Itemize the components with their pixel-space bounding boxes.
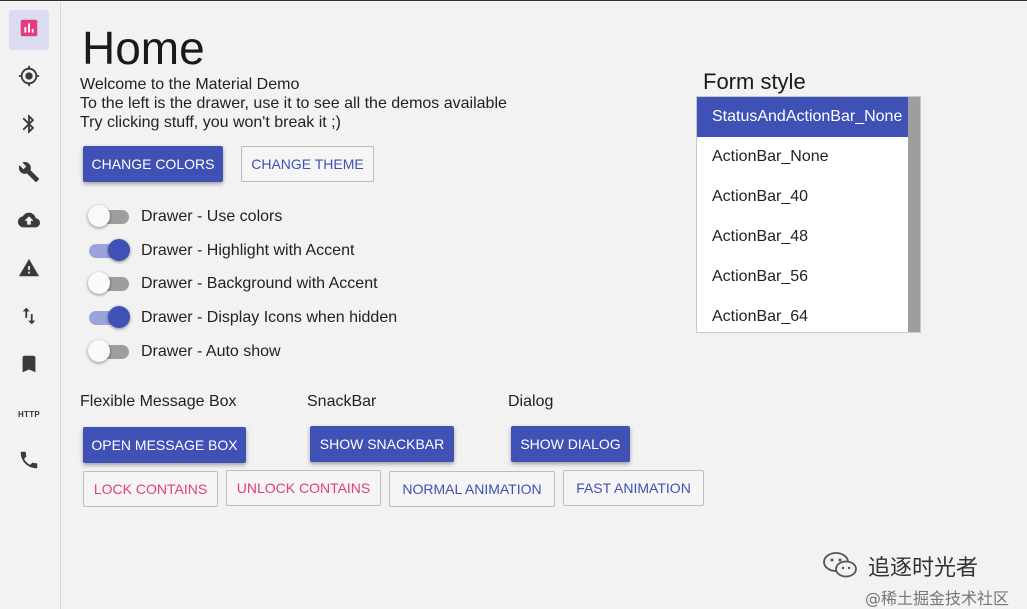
http-icon: HTTP: [17, 409, 41, 419]
toggle-background-accent[interactable]: Drawer - Background with Accent: [88, 271, 378, 297]
toggle-thumb: [88, 340, 110, 362]
intro-text: Welcome to the Material Demo To the left…: [80, 75, 507, 132]
drawer: HTTP: [0, 2, 61, 609]
list-scrollbar[interactable]: [908, 97, 920, 332]
intro-line: Welcome to the Material Demo: [80, 76, 300, 93]
snackbar-label: SnackBar: [307, 393, 377, 410]
show-snackbar-button[interactable]: SHOW SNACKBAR: [310, 426, 454, 462]
drawer-item-http[interactable]: HTTP: [9, 394, 49, 434]
lock-contains-button[interactable]: LOCK CONTAINS: [83, 471, 218, 507]
watermark-name: 追逐时光者: [868, 556, 979, 581]
list-item[interactable]: StatusAndActionBar_None: [697, 97, 908, 137]
form-style-list[interactable]: StatusAndActionBar_None ActionBar_None A…: [696, 96, 921, 333]
toggle-thumb: [88, 205, 110, 227]
toggle-switch[interactable]: [89, 306, 130, 328]
toggle-switch[interactable]: [89, 239, 130, 261]
toggle-switch[interactable]: [88, 272, 129, 294]
open-message-box-button[interactable]: OPEN MESSAGE BOX: [83, 427, 246, 463]
watermark-site: @稀土掘金技术社区: [865, 589, 1010, 608]
wechat-logo-icon: [822, 550, 858, 580]
list-item[interactable]: ActionBar_48: [697, 217, 908, 257]
drawer-item-phone[interactable]: [9, 442, 49, 482]
toggle-highlight-accent[interactable]: Drawer - Highlight with Accent: [89, 238, 354, 264]
drawer-item-transfer[interactable]: [9, 298, 49, 338]
unlock-contains-button[interactable]: UNLOCK CONTAINS: [226, 470, 381, 506]
change-colors-button[interactable]: CHANGE COLORS: [83, 146, 223, 182]
toggle-thumb: [108, 306, 130, 328]
cloud-upload-icon: [18, 209, 40, 236]
crosshair-icon: [18, 65, 40, 92]
list-item[interactable]: ActionBar_56: [697, 257, 908, 297]
drawer-item-bookmark[interactable]: [9, 346, 49, 386]
chart-icon: [18, 17, 40, 44]
list-item[interactable]: ActionBar_64: [697, 297, 908, 332]
list-item[interactable]: ActionBar_None: [697, 137, 908, 177]
drawer-item-home[interactable]: [9, 10, 49, 50]
toggle-label: Drawer - Use colors: [141, 208, 283, 225]
toggle-use-colors[interactable]: Drawer - Use colors: [88, 204, 283, 230]
toggle-label: Drawer - Auto show: [141, 343, 281, 360]
toggle-label: Drawer - Background with Accent: [141, 275, 378, 292]
drawer-item-location[interactable]: [9, 58, 49, 98]
toggle-switch[interactable]: [88, 340, 129, 362]
bluetooth-icon: [18, 113, 40, 140]
drawer-item-tools[interactable]: [9, 154, 49, 194]
toggle-display-icons[interactable]: Drawer - Display Icons when hidden: [89, 305, 397, 331]
normal-animation-button[interactable]: NORMAL ANIMATION: [389, 471, 555, 507]
toggle-label: Drawer - Highlight with Accent: [141, 242, 355, 259]
phone-icon: [18, 449, 40, 476]
swap-vertical-icon: [18, 305, 40, 332]
show-dialog-button[interactable]: SHOW DIALOG: [511, 426, 630, 462]
toggle-label: Drawer - Display Icons when hidden: [141, 309, 398, 326]
bookmark-icon: [18, 353, 40, 380]
warning-icon: [18, 257, 40, 284]
app-window: HTTP Home Welcome to the Material Demo T…: [0, 0, 1027, 609]
toggle-thumb: [88, 272, 110, 294]
intro-line: Try clicking stuff, you won't break it ;…: [80, 114, 341, 131]
drawer-item-warning[interactable]: [9, 250, 49, 290]
wrench-icon: [18, 161, 40, 188]
message-box-label: Flexible Message Box: [80, 393, 237, 410]
intro-line: To the left is the drawer, use it to see…: [80, 95, 507, 112]
change-theme-button[interactable]: CHANGE THEME: [241, 146, 374, 182]
drawer-item-upload[interactable]: [9, 202, 49, 242]
drawer-item-bluetooth[interactable]: [9, 106, 49, 146]
fast-animation-button[interactable]: FAST ANIMATION: [563, 470, 704, 506]
toggle-auto-show[interactable]: Drawer - Auto show: [88, 339, 281, 365]
toggle-thumb: [108, 239, 130, 261]
list-item[interactable]: ActionBar_40: [697, 177, 908, 217]
page-title: Home: [82, 22, 205, 74]
dialog-label: Dialog: [508, 393, 554, 410]
toggle-switch[interactable]: [88, 205, 129, 227]
form-style-title: Form style: [703, 69, 806, 94]
